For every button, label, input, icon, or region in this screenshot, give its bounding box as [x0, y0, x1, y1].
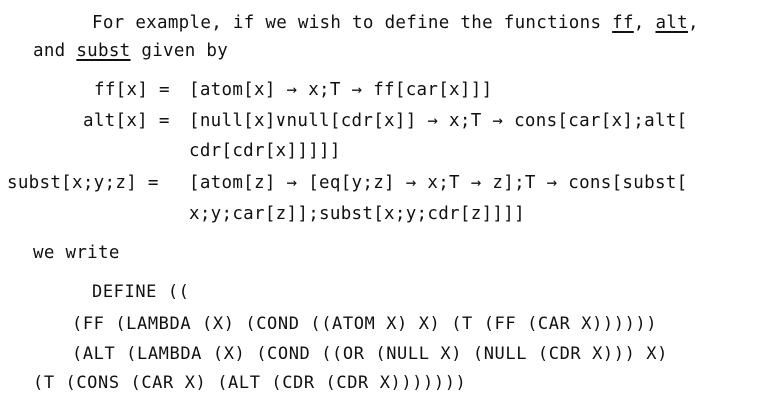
alt-definition-rhs-2: cdr[cdr[x]]]]]: [189, 141, 341, 161]
intro-text: and: [33, 41, 77, 61]
code-line-alt: (ALT (LAMBDA (X) (COND ((OR (NULL X) (NU…: [72, 344, 668, 364]
intro-text: For example, if we wish to define the fu…: [92, 13, 613, 33]
intro-text: given by: [130, 41, 229, 61]
code-line-alt-cont: (T (CONS (CAR X) (ALT (CDR (CDR X))))))): [33, 373, 467, 393]
subst-definition-rhs-2: x;y;car[z]];subst[x;y;cdr[z]]]]: [189, 204, 525, 224]
intro-separator: ,: [633, 13, 656, 33]
ff-definition-lhs: ff[x] =: [94, 80, 170, 100]
code-line-ff: (FF (LAMBDA (X) (COND ((ATOM X) X) (T (F…: [72, 314, 658, 334]
we-write-text: we write: [33, 243, 120, 263]
subst-definition-rhs-1: [atom[z] → [eq[y;z] → x;T → z];T → cons[…: [189, 173, 688, 193]
function-name-ff: ff: [612, 13, 634, 33]
intro-line-1: For example, if we wish to define the fu…: [92, 12, 699, 34]
alt-definition-rhs-1: [null[x]∨null[cdr[x]] → x;T → cons[car[x…: [189, 111, 688, 131]
function-name-subst: subst: [76, 41, 131, 61]
document-page: For example, if we wish to define the fu…: [0, 0, 767, 405]
subst-definition-lhs: subst[x;y;z] =: [7, 173, 159, 193]
function-name-alt: alt: [655, 13, 688, 33]
alt-definition-lhs: alt[x] =: [83, 111, 170, 131]
intro-separator: ,: [687, 13, 699, 33]
code-line-define: DEFINE ((: [92, 282, 190, 302]
intro-line-2: and subst given by: [33, 40, 228, 62]
ff-definition-rhs: [atom[x] → x;T → ff[car[x]]]: [189, 80, 493, 100]
